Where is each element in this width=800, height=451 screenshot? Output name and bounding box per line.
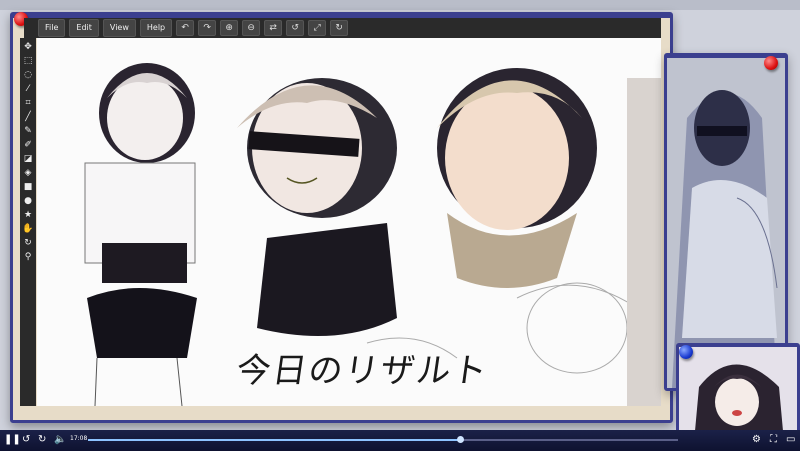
avatar [679,347,797,442]
swap-icon[interactable]: ⇄ [264,20,283,36]
progress-fill [88,439,460,441]
bucket-tool-icon[interactable]: ◈ [22,167,34,179]
canvas-shadow [627,78,661,406]
view-menu[interactable]: View [102,19,136,37]
brush-tool-icon[interactable]: ✐ [22,139,34,151]
help-menu[interactable]: Help [139,19,173,37]
volume-icon[interactable]: 🔈 [54,434,66,446]
sketch-figure-blindfold [237,78,397,336]
zoom-tool-icon[interactable]: ⚲ [22,251,34,263]
progress-knob[interactable] [456,436,464,443]
pen-tool-icon[interactable]: ✎ [22,125,34,137]
ellipse-tool-icon[interactable]: ● [22,195,34,207]
forward-icon[interactable]: ↻ [38,434,46,446]
edit-menu[interactable]: Edit [69,19,99,37]
time-display: 17:08 [70,435,88,442]
sketch-figure-left [84,63,197,406]
drawing-canvas[interactable]: 今日のリザルト [37,38,661,406]
eraser-tool-icon[interactable]: ◪ [22,153,34,165]
refresh-icon[interactable]: ↻ [330,20,349,36]
file-menu[interactable]: File [38,19,66,37]
magic-wand-icon[interactable]: ⁄ [22,83,34,95]
video-player-bar: ❚❚ ↺ ↻ 🔈 17:08 ⚙ ⛶ ▭ [0,430,800,451]
rotate-tool-icon[interactable]: ↻ [22,237,34,249]
handwritten-caption: 今日のリザルト [233,351,492,391]
rewind-icon[interactable]: ↺ [22,434,30,446]
zoom-out-icon[interactable]: ⊖ [242,20,261,36]
settings-icon[interactable]: ⚙ [752,434,761,446]
sketch-figure-blonde [437,68,597,288]
lasso-tool-icon[interactable]: ◌ [22,69,34,81]
tool-palette: ✥ ⬚ ◌ ⁄ ⌗ ╱ ✎ ✐ ◪ ◈ ■ ● ★ ✋ ↻ ⚲ [20,38,36,406]
fullscreen-icon[interactable]: ⤢ [308,20,327,36]
redo-icon[interactable]: ↷ [198,20,217,36]
rectangle-tool-icon[interactable]: ■ [22,181,34,193]
eyedropper-icon[interactable]: ╱ [22,111,34,123]
progress-track[interactable] [88,436,678,443]
pause-icon[interactable]: ❚❚ [4,434,21,446]
undo-icon[interactable]: ↶ [176,20,195,36]
menu-bar: File Edit View Help ↶ ↷ ⊕ ⊖ ⇄ ↺ ⤢ ↻ [24,18,661,38]
move-tool-icon[interactable]: ✥ [22,41,34,53]
select-tool-icon[interactable]: ⬚ [22,55,34,67]
fullscreen-icon[interactable]: ⛶ [770,434,777,446]
hand-tool-icon[interactable]: ✋ [22,223,34,235]
reference-image [667,58,785,388]
reference-window [664,53,788,391]
crop-tool-icon[interactable]: ⌗ [22,97,34,109]
cast-icon[interactable]: ▭ [786,434,795,446]
pushpin-red-icon [764,56,778,70]
rotate-left-icon[interactable]: ↺ [286,20,305,36]
zoom-in-icon[interactable]: ⊕ [220,20,239,36]
pushpin-blue-icon [679,345,693,359]
star-tool-icon[interactable]: ★ [22,209,34,221]
